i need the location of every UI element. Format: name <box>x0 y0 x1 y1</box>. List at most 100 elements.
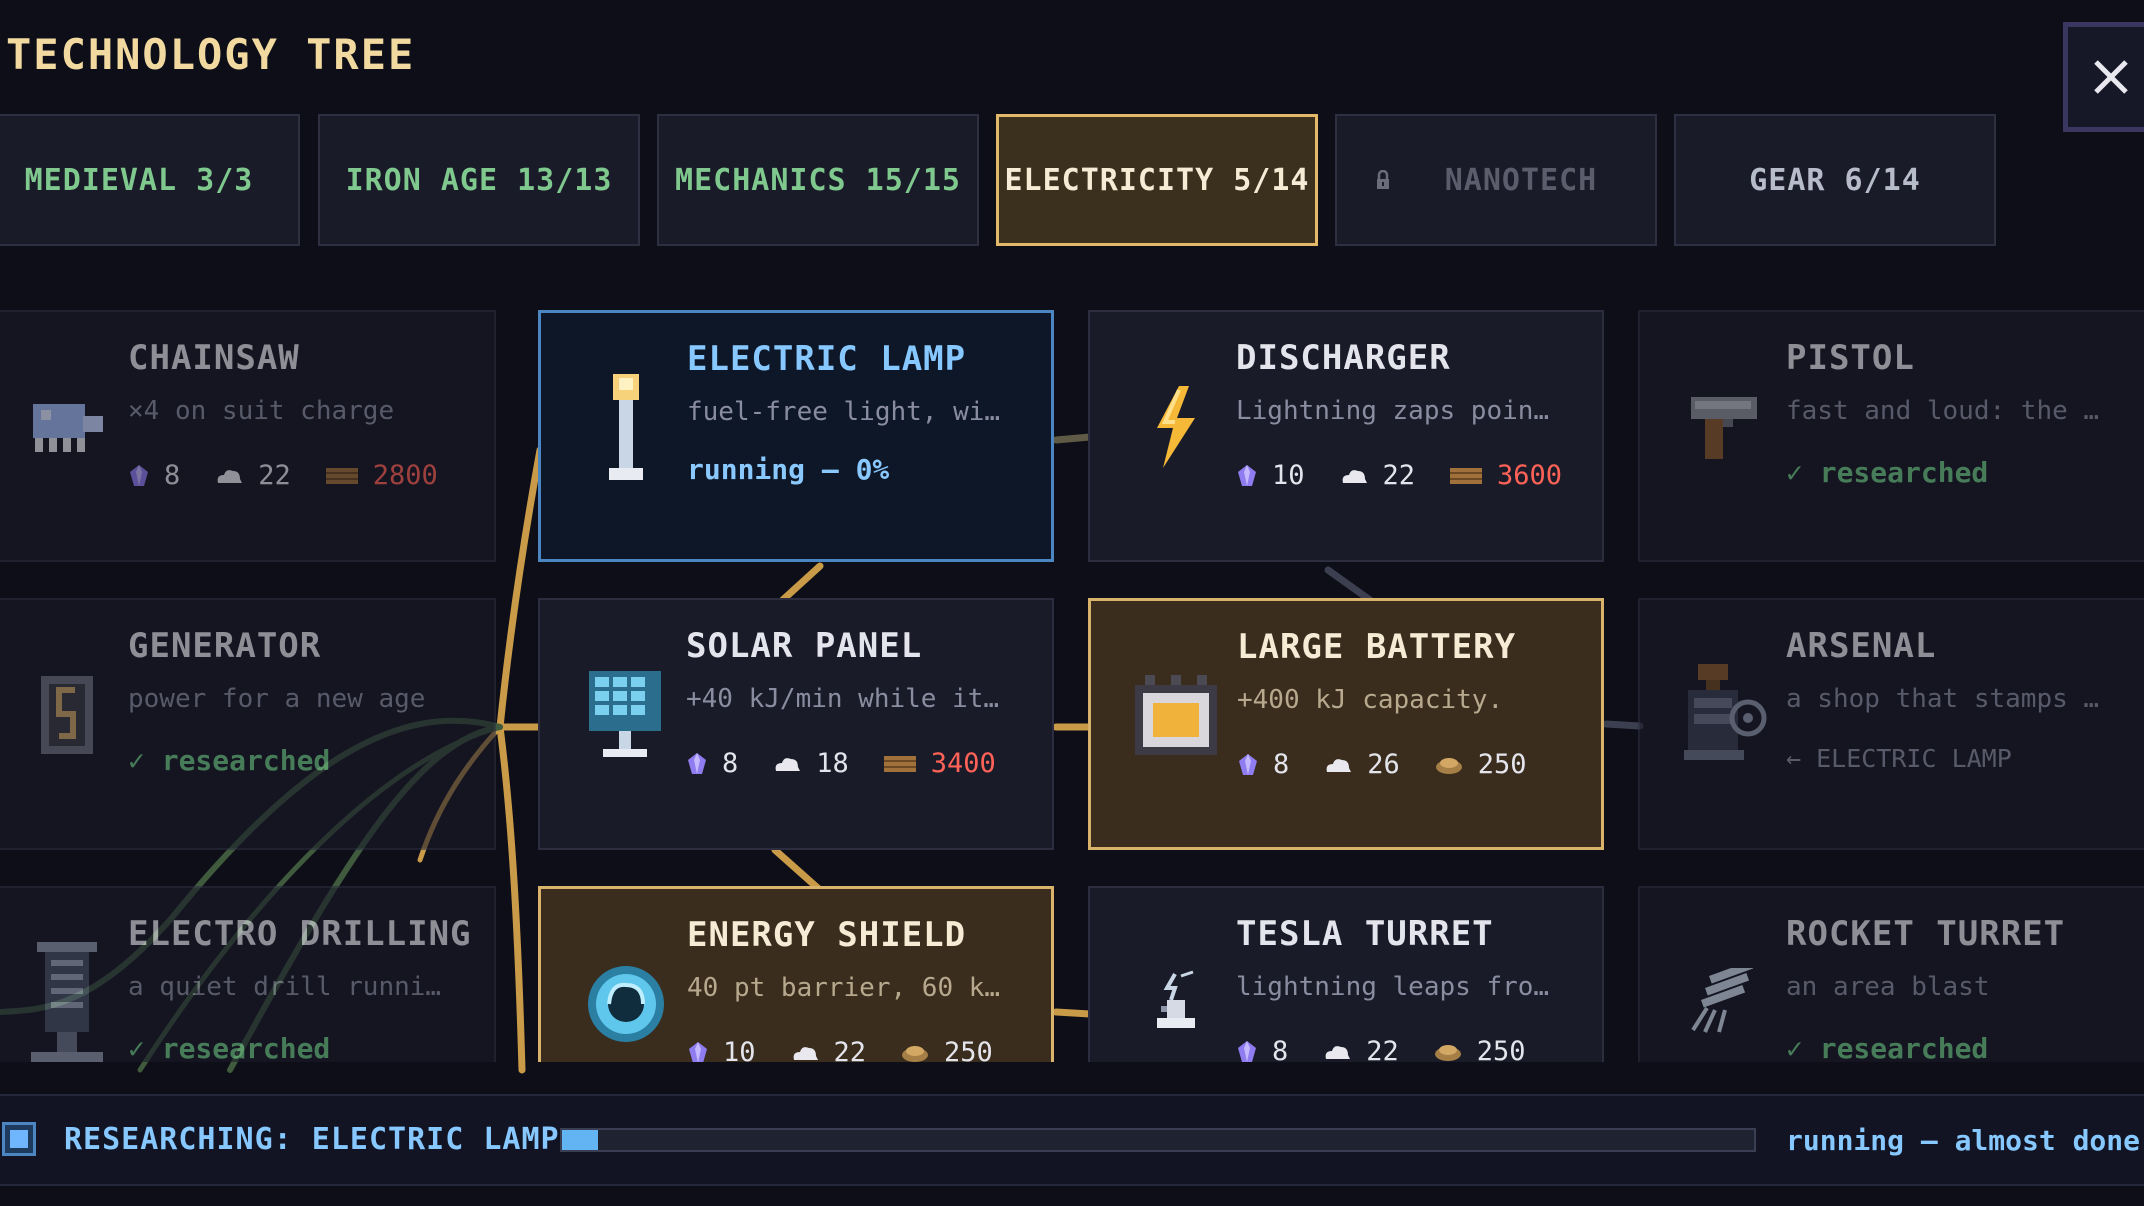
tech-name: GENERATOR <box>128 626 322 666</box>
tech-costs: 8 26 250 <box>1237 749 1561 780</box>
tech-costs: 10 22 250 <box>687 1037 1027 1062</box>
crystal-icon <box>130 464 148 486</box>
tech-name: ENERGY SHIELD <box>687 915 967 955</box>
arsenal-icon <box>1680 650 1770 780</box>
research-icon <box>2 1122 36 1156</box>
crystal-icon <box>688 752 706 774</box>
tech-description: fast and loud: the … <box>1786 396 2100 426</box>
tech-prerequisite: ← ELECTRIC LAMP <box>1786 744 2012 773</box>
tech-status: ✓ researched <box>1786 1032 1989 1062</box>
tech-status: ✓ researched <box>128 1032 331 1062</box>
pistol-icon <box>1680 362 1770 492</box>
drill-icon <box>22 938 112 1062</box>
tech-name: ARSENAL <box>1786 626 1937 666</box>
tech-name: TESLA TURRET <box>1236 914 1494 954</box>
tech-name: SOLAR PANEL <box>686 626 923 666</box>
tesla-turret-icon <box>1130 938 1220 1062</box>
tech-status: running — 0% <box>687 453 890 486</box>
cost-plank: 3400 <box>883 748 996 779</box>
tech-description: an area blast <box>1786 972 1990 1002</box>
cloud-icon <box>217 469 243 483</box>
cost-cloud: 22 <box>214 460 291 491</box>
tech-costs: 8 18 3400 <box>686 748 1030 779</box>
research-progress-track <box>560 1128 1756 1152</box>
tech-card-generator[interactable]: GENERATOR power for a new age ✓ research… <box>0 598 496 850</box>
cost-cloud: 22 <box>1339 460 1415 491</box>
battery-icon <box>1131 651 1221 781</box>
tech-name: LARGE BATTERY <box>1237 627 1517 667</box>
tech-row-clip: ELECTRO DRILLING a quiet drill runni… ✓ … <box>0 880 2144 1062</box>
solar-panel-icon <box>580 650 670 780</box>
crystal-icon <box>1238 1040 1256 1062</box>
cost-cloud: 22 <box>790 1037 866 1062</box>
tech-name: ELECTRO DRILLING <box>128 914 472 954</box>
ore-icon <box>902 1045 929 1062</box>
tech-card-electro-drilling[interactable]: ELECTRO DRILLING a quiet drill runni… ✓ … <box>0 886 496 1062</box>
tech-card-discharger[interactable]: DISCHARGER Lightning zaps poin… 10 22 36… <box>1088 310 1604 562</box>
rocket-turret-icon <box>1680 938 1770 1062</box>
tech-description: a quiet drill runni… <box>128 972 442 1002</box>
tech-card-pistol[interactable]: PISTOL fast and loud: the … ✓ researched <box>1638 310 2144 562</box>
cost-ore: 250 <box>1433 1036 1526 1062</box>
cost-crystal: 8 <box>686 748 738 779</box>
cost-crystal: 8 <box>1236 1036 1288 1062</box>
cost-crystal: 10 <box>1236 460 1305 491</box>
crystal-icon <box>1239 753 1257 775</box>
cost-cloud: 26 <box>1323 749 1400 780</box>
lamp-icon <box>581 363 671 493</box>
tech-card-solar-panel[interactable]: SOLAR PANEL +40 kJ/min while it… 8 18 34… <box>538 598 1054 850</box>
tech-description: +40 kJ/min while it… <box>686 684 1000 714</box>
tech-card-arsenal[interactable]: ARSENAL a shop that stamps … ← ELECTRIC … <box>1638 598 2144 850</box>
tech-description: lightning leaps fro… <box>1236 972 1550 1002</box>
tech-description: 40 pt barrier, 60 k… <box>687 973 1001 1003</box>
tech-name: ELECTRIC LAMP <box>687 339 967 379</box>
tech-card-tesla-turret[interactable]: TESLA TURRET lightning leaps fro… 8 22 2… <box>1088 886 1604 1062</box>
cost-plank: 3600 <box>1449 460 1562 491</box>
tech-card-large-battery[interactable]: LARGE BATTERY +400 kJ capacity. 8 26 250 <box>1088 598 1604 850</box>
plank-icon <box>1450 467 1483 484</box>
tech-description: Lightning zaps poin… <box>1236 396 1550 426</box>
research-progress-fill <box>562 1130 598 1150</box>
tech-name: CHAINSAW <box>128 338 300 378</box>
ore-icon <box>1434 1044 1461 1061</box>
research-bar: RESEARCHING: ELECTRIC LAMP running — alm… <box>0 1094 2144 1186</box>
tech-description: power for a new age <box>128 684 426 714</box>
tech-card-rocket-turret[interactable]: ROCKET TURRET an area blast ✓ researched <box>1638 886 2144 1062</box>
ore-icon <box>1435 757 1462 774</box>
cost-crystal: 8 <box>1237 749 1289 780</box>
tech-description: ×4 on suit charge <box>128 396 395 426</box>
crystal-icon <box>1238 464 1256 486</box>
tech-name: PISTOL <box>1786 338 1915 378</box>
tech-card-electric-lamp[interactable]: ELECTRIC LAMP fuel-free light, wi… runni… <box>538 310 1054 562</box>
shield-icon <box>581 939 671 1062</box>
cloud-icon <box>1326 758 1352 772</box>
tech-name: DISCHARGER <box>1236 338 1451 378</box>
research-label: RESEARCHING: ELECTRIC LAMP <box>64 1122 560 1157</box>
cloud-icon <box>775 757 801 771</box>
tech-description: a shop that stamps … <box>1786 684 2100 714</box>
cloud-icon <box>1325 1045 1351 1059</box>
tech-costs: 8 22 250 <box>1236 1036 1560 1062</box>
tech-description: +400 kJ capacity. <box>1237 685 1504 715</box>
cost-ore: 250 <box>1434 749 1527 780</box>
cost-crystal: 10 <box>687 1037 756 1062</box>
cost-cloud: 18 <box>772 748 849 779</box>
tech-costs: 10 22 3600 <box>1236 460 1596 491</box>
generator-icon <box>22 650 112 780</box>
lightning-icon <box>1130 362 1220 492</box>
cost-crystal: 8 <box>128 460 180 491</box>
chainsaw-icon <box>22 362 112 492</box>
tech-card-energy-shield[interactable]: ENERGY SHIELD 40 pt barrier, 60 k… 10 22… <box>538 886 1054 1062</box>
tech-costs: 8 22 2800 <box>128 460 472 491</box>
cost-plank: 2800 <box>325 460 438 491</box>
cost-ore: 250 <box>900 1037 993 1062</box>
tech-name: ROCKET TURRET <box>1786 914 2066 954</box>
cloud-icon <box>793 1046 818 1060</box>
tech-description: fuel-free light, wi… <box>687 397 1001 427</box>
tech-card-chainsaw[interactable]: CHAINSAW ×4 on suit charge 8 22 2800 <box>0 310 496 562</box>
tech-status: ✓ researched <box>128 744 331 777</box>
plank-icon <box>883 755 916 772</box>
cost-cloud: 22 <box>1322 1036 1399 1062</box>
crystal-icon <box>689 1041 707 1062</box>
tech-status: ✓ researched <box>1786 456 1989 489</box>
